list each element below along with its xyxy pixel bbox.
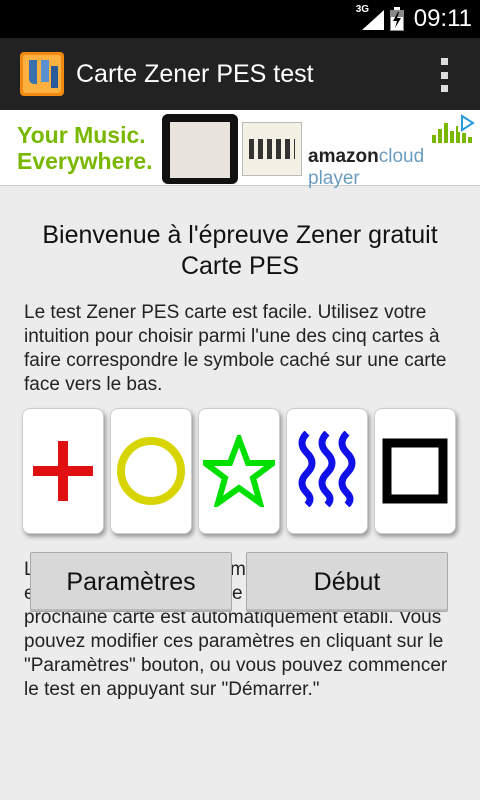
circle-icon — [117, 437, 185, 505]
intro-text: Le test Zener PES carte est facile. Util… — [24, 302, 447, 395]
ad-tagline-line1: Your Music. — [17, 122, 146, 148]
welcome-heading: Bienvenue à l'épreuve Zener gratuit Cart… — [42, 221, 438, 280]
app-title: Carte Zener PES test — [76, 60, 314, 88]
square-icon — [382, 438, 448, 504]
card-circle — [110, 408, 192, 534]
overflow-menu-icon[interactable] — [438, 58, 450, 92]
waves-icon — [298, 431, 356, 507]
card-star — [198, 408, 280, 534]
start-button[interactable]: Début — [246, 552, 448, 612]
signal-icon: 3G — [356, 4, 384, 32]
ad-tagline-line2: Everywhere. — [17, 148, 153, 174]
clock: 09:11 — [413, 5, 472, 32]
battery-icon — [389, 7, 404, 31]
card-waves — [286, 408, 368, 534]
main-content: Bienvenue à l'épreuve Zener gratuit Cart… — [0, 186, 480, 800]
app-logo-icon[interactable] — [20, 52, 64, 96]
ad-phone-image — [162, 114, 238, 184]
settings-button[interactable]: Paramètres — [30, 552, 232, 612]
ad-banner[interactable]: Your Music. Everywhere. amazoncloud play… — [0, 110, 480, 189]
action-bar: Carte Zener PES test — [0, 38, 480, 112]
zener-cards — [22, 408, 458, 534]
cross-icon — [33, 441, 93, 501]
card-square — [374, 408, 456, 534]
star-icon — [203, 435, 275, 507]
ad-brand: amazoncloud player — [308, 146, 480, 190]
status-icons: 3G 09:11 — [356, 0, 472, 38]
ad-brand-bold: amazon — [308, 146, 379, 167]
status-bar: 3G 09:11 — [0, 0, 480, 38]
ad-tagline: Your Music. Everywhere. — [17, 122, 153, 174]
card-cross — [22, 408, 104, 534]
adchoices-icon[interactable] — [458, 114, 476, 132]
ad-album-image — [242, 122, 302, 176]
